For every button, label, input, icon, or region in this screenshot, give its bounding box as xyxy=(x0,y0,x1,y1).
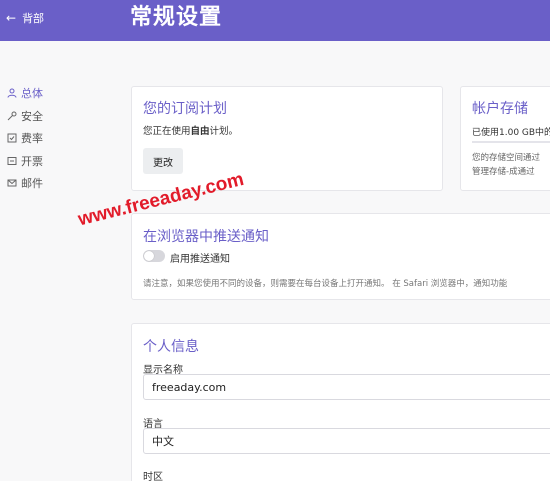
toggle-knob xyxy=(144,251,154,261)
top-bar: ← 背部 常规设置 xyxy=(0,0,550,41)
sidebar-item-label: 安全 xyxy=(21,109,43,123)
sidebar-item-label: 总体 xyxy=(21,87,43,101)
display-name-input[interactable]: freeaday.com xyxy=(143,374,550,400)
personal-info-title: 个人信息 xyxy=(143,339,199,355)
sidebar-item-label: 开票 xyxy=(21,154,43,168)
timezone-label: 时区 xyxy=(143,472,163,481)
arrow-left-icon: ← xyxy=(6,11,17,25)
storage-card: 帐户存储 已使用1.00 GB中的 您的存储空间通过 管理存储-成通过 xyxy=(460,86,550,191)
push-toggle-label: 启用推送通知 xyxy=(170,254,230,265)
sidebar-item-rates[interactable]: 费率 xyxy=(6,127,43,150)
key-icon xyxy=(6,110,17,121)
push-note: 请注意，如果您使用不同的设备，则需要在每台设备上打开通知。 在 Safari 浏… xyxy=(143,279,508,289)
subscription-title: 您的订阅计划 xyxy=(143,101,227,117)
storage-title: 帐户存储 xyxy=(472,101,528,117)
check-square-icon xyxy=(6,133,17,144)
subscription-card: 您的订阅计划 您正在使用自由计划。 更改 xyxy=(131,86,443,191)
storage-used-text: 已使用1.00 GB中的 xyxy=(472,128,550,138)
sidebar-item-label: 邮件 xyxy=(21,177,43,191)
sidebar-item-mail[interactable]: 邮件 xyxy=(6,172,43,195)
page-title: 常规设置 xyxy=(130,5,223,30)
push-toggle[interactable] xyxy=(143,250,165,262)
back-button[interactable]: ← 背部 xyxy=(6,10,44,26)
personal-info-card: 个人信息 显示名称 freeaday.com 语言 中文 时区 xyxy=(131,323,550,481)
storage-note-line1: 您的存储空间通过 xyxy=(472,153,541,163)
sidebar-item-label: 费率 xyxy=(21,132,43,146)
sidebar-item-security[interactable]: 安全 xyxy=(6,105,43,128)
subscription-text: 您正在使用自由计划。 xyxy=(143,126,239,137)
sidebar-item-general[interactable]: 总体 xyxy=(6,82,43,105)
user-icon xyxy=(6,88,17,99)
mail-icon xyxy=(6,178,17,189)
sidebar: 总体 安全 费率 开票 邮件 xyxy=(6,82,43,195)
back-label: 背部 xyxy=(22,12,45,25)
change-plan-button[interactable]: 更改 xyxy=(143,148,183,174)
storage-note-line2: 管理存储-成通过 xyxy=(472,167,535,177)
push-notifications-card: 在浏览器中推送通知 启用推送通知 请注意，如果您使用不同的设备，则需要在每台设备… xyxy=(131,213,550,300)
storage-progress-bar xyxy=(472,141,550,143)
plan-name: 自由 xyxy=(190,126,210,137)
push-title: 在浏览器中推送通知 xyxy=(143,229,269,245)
invoice-icon xyxy=(6,155,17,166)
language-select[interactable]: 中文 xyxy=(143,428,550,454)
sidebar-item-invoicing[interactable]: 开票 xyxy=(6,150,43,173)
